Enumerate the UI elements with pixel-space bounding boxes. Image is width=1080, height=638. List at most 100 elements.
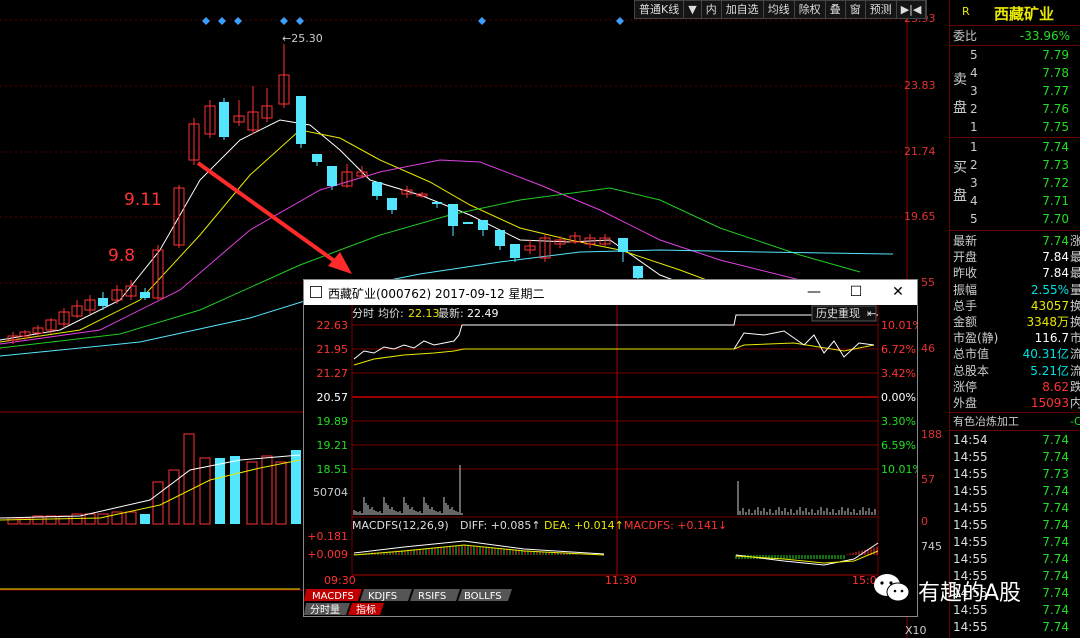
stat-label: 总市值 bbox=[953, 347, 990, 362]
forecast-button[interactable]: 预测 bbox=[866, 1, 897, 18]
tick-row[interactable]: 14:55 7.74 bbox=[950, 500, 1080, 516]
candle-body-down bbox=[495, 230, 505, 246]
tick-time: 14:54 bbox=[953, 433, 988, 447]
tick-row[interactable]: 14:55 7.74 bbox=[950, 534, 1080, 550]
stat-value: 8.62 bbox=[1042, 379, 1069, 394]
candle-body-down bbox=[618, 238, 628, 252]
bid-row[interactable]: 1 7.74 bbox=[950, 139, 1080, 155]
stat-value: 7.84 bbox=[1042, 250, 1069, 265]
time-axis-label: 09:30 bbox=[324, 574, 356, 587]
maximize-button[interactable]: ☐ bbox=[836, 280, 876, 305]
add-watchlist-button[interactable]: 加自选 bbox=[722, 1, 764, 18]
level: 2 bbox=[970, 102, 978, 116]
stat-row[interactable]: 市盈(静) 116.7市 bbox=[950, 330, 1080, 346]
candle-body-down bbox=[448, 204, 458, 226]
dialog-titlebar[interactable]: 西藏矿业(000762) 2017-09-12 星期二 — ☐ ✕ bbox=[304, 280, 917, 305]
bid-row[interactable]: 2 7.73 bbox=[950, 157, 1080, 173]
sector-value: -C bbox=[1070, 415, 1080, 428]
bid-row[interactable]: 4 7.71 bbox=[950, 193, 1080, 209]
stat-row[interactable]: 开盘 7.84最 bbox=[950, 249, 1080, 265]
tick-price: 7.74 bbox=[1042, 603, 1069, 617]
intraday-pct-axis: 10.01% bbox=[881, 319, 917, 332]
intraday-pct-axis: 3.30% bbox=[881, 415, 916, 428]
volume-bar-up bbox=[246, 461, 258, 525]
time-axis-label: 11:30 bbox=[605, 574, 637, 587]
level: 2 bbox=[970, 158, 978, 172]
ask-row[interactable]: 3 7.77 bbox=[950, 83, 1080, 99]
tab-kdjfs-label: KDJFS bbox=[368, 591, 397, 602]
kline-type-select[interactable]: 普通K线 bbox=[635, 1, 685, 18]
sector-row[interactable]: 有色冶炼加工 -C bbox=[950, 414, 1080, 430]
tick-row[interactable]: 14:55 7.73 bbox=[950, 466, 1080, 482]
stat-row[interactable]: 总市值 40.31亿流 bbox=[950, 346, 1080, 362]
exright-button[interactable]: 除权 bbox=[795, 1, 826, 18]
bid-row[interactable]: 3 7.72 bbox=[950, 175, 1080, 191]
bid-row[interactable]: 5 7.70 bbox=[950, 211, 1080, 227]
intraday-volume-axis: 50704 bbox=[313, 486, 348, 499]
stat-row[interactable]: 总手 43057换 bbox=[950, 298, 1080, 314]
event-diamond-icon bbox=[478, 17, 486, 25]
macd-axis: +0.009 bbox=[307, 548, 348, 561]
stat-row[interactable]: 昨收 7.84最 bbox=[950, 265, 1080, 281]
window-button[interactable]: 窗 bbox=[846, 1, 866, 18]
tick-row[interactable]: 14:55 7.74 bbox=[950, 619, 1080, 635]
overlay-button[interactable]: 叠 bbox=[826, 1, 846, 18]
stat-row[interactable]: 金额 3348万换 bbox=[950, 314, 1080, 330]
high-price-marker: ←25.30 bbox=[282, 32, 323, 45]
dropdown-arrow-icon[interactable]: ▼ bbox=[684, 1, 702, 18]
ma-button[interactable]: 均线 bbox=[764, 1, 795, 18]
stat-row[interactable]: 振幅 2.55%量 bbox=[950, 282, 1080, 298]
tick-row[interactable]: 14:54 7.74 bbox=[950, 432, 1080, 448]
ask-row[interactable]: 2 7.76 bbox=[950, 101, 1080, 117]
history-arrow-icon[interactable]: ⇤ bbox=[867, 307, 876, 320]
stat-row[interactable]: 外盘 15093内 bbox=[950, 395, 1080, 411]
event-diamond-icon bbox=[616, 17, 624, 25]
tick-row[interactable]: 14:55 7.74 bbox=[950, 483, 1080, 499]
stat-value: 2.55% bbox=[1030, 282, 1069, 297]
tick-price: 7.74 bbox=[1042, 586, 1069, 600]
event-diamond-icon bbox=[280, 17, 288, 25]
intraday-chart[interactable]: 分时 均价: 22.13 最新: 22.49 历史重现 ⇤ 22.63 21.9… bbox=[304, 305, 917, 616]
intraday-pct-axis: 6.72% bbox=[881, 343, 916, 356]
stat-label: 外盘 bbox=[953, 396, 978, 410]
tick-row[interactable]: 14:55 7.74 bbox=[950, 449, 1080, 465]
volume-ma-line bbox=[0, 454, 301, 519]
tick-time: 14:55 bbox=[953, 484, 988, 498]
tick-row[interactable]: 14:55 7.74 bbox=[950, 551, 1080, 567]
annotation-9-8: 9.8 bbox=[108, 246, 135, 266]
level: 3 bbox=[970, 84, 978, 98]
ask-row[interactable]: 1 7.75 bbox=[950, 119, 1080, 135]
ask-row[interactable]: 5 7.79 bbox=[950, 47, 1080, 63]
weibi-value: -33.96% bbox=[1019, 29, 1070, 43]
stat-extra: 最 bbox=[1070, 249, 1080, 265]
stat-row[interactable]: 涨停 8.62跌 bbox=[950, 379, 1080, 395]
intraday-price-axis: 21.27 bbox=[317, 367, 349, 380]
stat-row[interactable]: 总股本 5.21亿流 bbox=[950, 363, 1080, 379]
close-button[interactable]: ✕ bbox=[878, 280, 918, 305]
tick-row[interactable]: 14:55 7.74 bbox=[950, 517, 1080, 533]
bid-price: 7.73 bbox=[1042, 158, 1069, 172]
level: 1 bbox=[970, 140, 978, 154]
sector-name: 有色冶炼加工 bbox=[953, 415, 1019, 428]
intraday-dialog: 西藏矿业(000762) 2017-09-12 星期二 — ☐ ✕ 分时 均价:… bbox=[303, 279, 918, 617]
intraday-pct-axis: 0.00% bbox=[881, 391, 916, 404]
ask-row[interactable]: 4 7.78 bbox=[950, 65, 1080, 81]
level: 4 bbox=[970, 194, 978, 208]
macd-diff: DIFF: +0.085↑ bbox=[460, 519, 541, 532]
ask-price: 7.76 bbox=[1042, 102, 1069, 116]
stat-value: 43057 bbox=[1030, 298, 1069, 313]
intraday-price-axis: 20.57 bbox=[317, 391, 349, 404]
price-line bbox=[353, 314, 878, 360]
candle-body-down bbox=[387, 198, 397, 210]
wechat-icon bbox=[874, 574, 910, 602]
volume-bar-up bbox=[152, 481, 164, 525]
stat-value: 5.21亿 bbox=[1030, 363, 1069, 378]
toggle-panel-icon[interactable]: ▶|◀ bbox=[897, 1, 927, 18]
inner-button[interactable]: 内 bbox=[702, 1, 722, 18]
volume-bar-up bbox=[19, 517, 31, 525]
stat-value: 7.84 bbox=[1042, 266, 1069, 281]
stat-row[interactable]: 最新 7.74涨 bbox=[950, 233, 1080, 249]
minimize-button[interactable]: — bbox=[794, 280, 834, 305]
intraday-pct-axis: 3.42% bbox=[881, 367, 916, 380]
app-icon bbox=[310, 286, 322, 298]
